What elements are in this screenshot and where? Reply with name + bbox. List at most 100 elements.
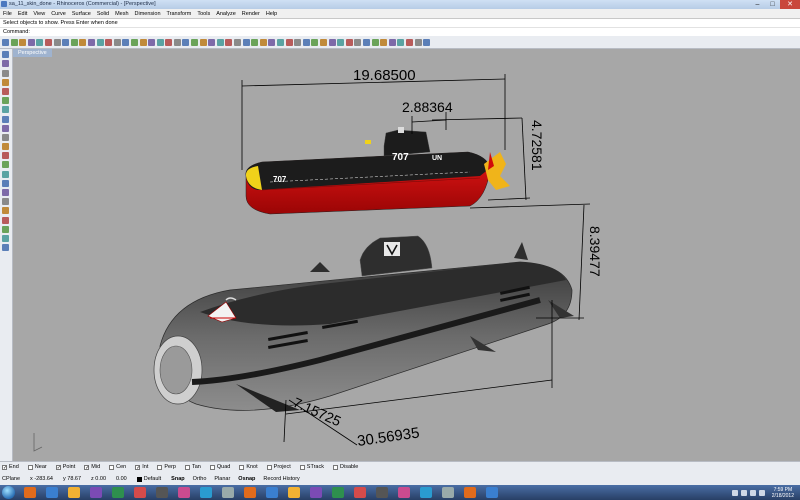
- menu-render[interactable]: Render: [239, 11, 263, 17]
- toolbar-button-icon[interactable]: [36, 38, 44, 46]
- osnap-mid[interactable]: ✓ Mid: [84, 464, 100, 470]
- menu-edit[interactable]: Edit: [15, 11, 30, 17]
- tool-palette-icon[interactable]: [2, 179, 9, 187]
- toolbar-button-icon[interactable]: [311, 38, 319, 46]
- close-button[interactable]: ✕: [780, 0, 800, 9]
- toolbar-button-icon[interactable]: [371, 38, 379, 46]
- tool-palette-icon[interactable]: [2, 225, 9, 233]
- osnap-quad[interactable]: Quad: [209, 464, 230, 470]
- toolbar-button-icon[interactable]: [225, 38, 233, 46]
- tray-icon[interactable]: [740, 489, 747, 496]
- toolbar-button-icon[interactable]: [251, 38, 259, 46]
- tool-palette-icon[interactable]: [2, 124, 9, 132]
- tool-palette-icon[interactable]: [2, 106, 9, 114]
- taskbar-app-icon[interactable]: [420, 487, 432, 498]
- toolbar-button-icon[interactable]: [173, 38, 181, 46]
- taskbar-app-icon[interactable]: [156, 487, 168, 498]
- toolbar-button-icon[interactable]: [388, 38, 396, 46]
- maximize-button[interactable]: □: [765, 0, 780, 9]
- toolbar-button-icon[interactable]: [354, 38, 362, 46]
- taskbar-app-icon[interactable]: [354, 487, 366, 498]
- menu-solid[interactable]: Solid: [94, 11, 112, 17]
- toolbar-button-icon[interactable]: [53, 38, 61, 46]
- menu-transform[interactable]: Transform: [164, 11, 195, 17]
- tool-palette-icon[interactable]: [2, 207, 9, 215]
- command-prompt-input[interactable]: Command:: [0, 27, 800, 36]
- toolbar-button-icon[interactable]: [405, 38, 413, 46]
- toolbar-button-icon[interactable]: [113, 38, 121, 46]
- toolbar-button-icon[interactable]: [96, 38, 104, 46]
- osnap-perp[interactable]: Perp: [157, 464, 176, 470]
- tool-palette-icon[interactable]: [2, 115, 9, 123]
- menu-curve[interactable]: Curve: [48, 11, 69, 17]
- tool-palette-icon[interactable]: [2, 216, 9, 224]
- tool-palette-icon[interactable]: [2, 69, 9, 77]
- taskbar-app-icon[interactable]: [332, 487, 344, 498]
- tool-palette-icon[interactable]: [2, 244, 9, 252]
- toolbar-button-icon[interactable]: [294, 38, 302, 46]
- taskbar-app-icon[interactable]: [68, 487, 80, 498]
- tool-palette-icon[interactable]: [2, 161, 9, 169]
- menu-file[interactable]: File: [0, 11, 15, 17]
- menu-dimension[interactable]: Dimension: [132, 11, 164, 17]
- toolbar-button-icon[interactable]: [397, 38, 405, 46]
- toolbar-button-icon[interactable]: [199, 38, 207, 46]
- toolbar-button-icon[interactable]: [208, 38, 216, 46]
- tool-palette-icon[interactable]: [2, 51, 9, 59]
- taskbar-app-icon[interactable]: [222, 487, 234, 498]
- taskbar-app-icon[interactable]: [266, 487, 278, 498]
- toolbar-button-icon[interactable]: [277, 38, 284, 46]
- volume-icon[interactable]: [758, 489, 765, 496]
- toolbar-button-icon[interactable]: [2, 38, 9, 46]
- osnap-near[interactable]: Near: [27, 464, 47, 470]
- osnap-point[interactable]: ✓ Point: [55, 464, 75, 470]
- tool-palette-icon[interactable]: [2, 133, 9, 141]
- tool-palette-icon[interactable]: [2, 170, 9, 178]
- taskbar-app-icon[interactable]: [310, 487, 322, 498]
- tool-palette-icon[interactable]: [2, 152, 9, 160]
- perspective-viewport[interactable]: 707 707 UN 19.68500 2.88364 4.72581 8.39…: [13, 49, 800, 461]
- toolbar-button-icon[interactable]: [165, 38, 173, 46]
- taskbar-app-icon[interactable]: [178, 487, 190, 498]
- toolbar-button-icon[interactable]: [139, 38, 147, 46]
- taskbar-app-icon[interactable]: [442, 487, 454, 498]
- toolbar-button-icon[interactable]: [268, 38, 276, 46]
- tool-palette-icon[interactable]: [2, 189, 9, 196]
- taskbar-app-icon[interactable]: [200, 487, 212, 498]
- toolbar-button-icon[interactable]: [44, 38, 52, 46]
- taskbar-app-icon[interactable]: [244, 487, 256, 498]
- tool-palette-icon[interactable]: [2, 60, 9, 68]
- toolbar-button-icon[interactable]: [105, 38, 113, 46]
- start-button[interactable]: [2, 486, 15, 499]
- taskbar-app-icon[interactable]: [376, 487, 388, 498]
- osnap-disable[interactable]: Disable: [333, 464, 358, 470]
- toolbar-button-icon[interactable]: [414, 38, 422, 46]
- osnap-int[interactable]: ✓ Int: [135, 464, 148, 470]
- toolbar-button-icon[interactable]: [319, 38, 327, 46]
- toolbar-button-icon[interactable]: [362, 38, 370, 46]
- menu-tools[interactable]: Tools: [194, 11, 213, 17]
- toolbar-button-icon[interactable]: [242, 38, 250, 46]
- menu-help[interactable]: Help: [263, 11, 280, 17]
- viewport-title-tab[interactable]: Perspective: [13, 49, 52, 57]
- toolbar-button-icon[interactable]: [130, 38, 138, 46]
- menu-analyze[interactable]: Analyze: [213, 11, 239, 17]
- taskbar-app-icon[interactable]: [486, 487, 498, 498]
- osnap-tan[interactable]: Tan: [184, 464, 201, 470]
- toolbar-button-icon[interactable]: [423, 38, 431, 46]
- toolbar-button-icon[interactable]: [302, 38, 310, 46]
- toolbar-button-icon[interactable]: [10, 38, 18, 46]
- toolbar-button-icon[interactable]: [285, 38, 293, 46]
- toolbar-button-icon[interactable]: [259, 38, 267, 46]
- toolbar-button-icon[interactable]: [337, 38, 345, 46]
- tray-icon[interactable]: [749, 489, 756, 496]
- toolbar-button-icon[interactable]: [156, 38, 164, 46]
- ortho-toggle[interactable]: Ortho: [193, 476, 207, 482]
- taskbar-app-icon[interactable]: [24, 487, 36, 498]
- taskbar-app-icon[interactable]: [288, 487, 300, 498]
- planar-toggle[interactable]: Planar: [214, 476, 230, 482]
- record-history-toggle[interactable]: Record History: [263, 476, 299, 482]
- toolbar-button-icon[interactable]: [62, 38, 70, 46]
- toolbar-button-icon[interactable]: [87, 38, 95, 46]
- osnap-knot[interactable]: Knot: [239, 464, 258, 470]
